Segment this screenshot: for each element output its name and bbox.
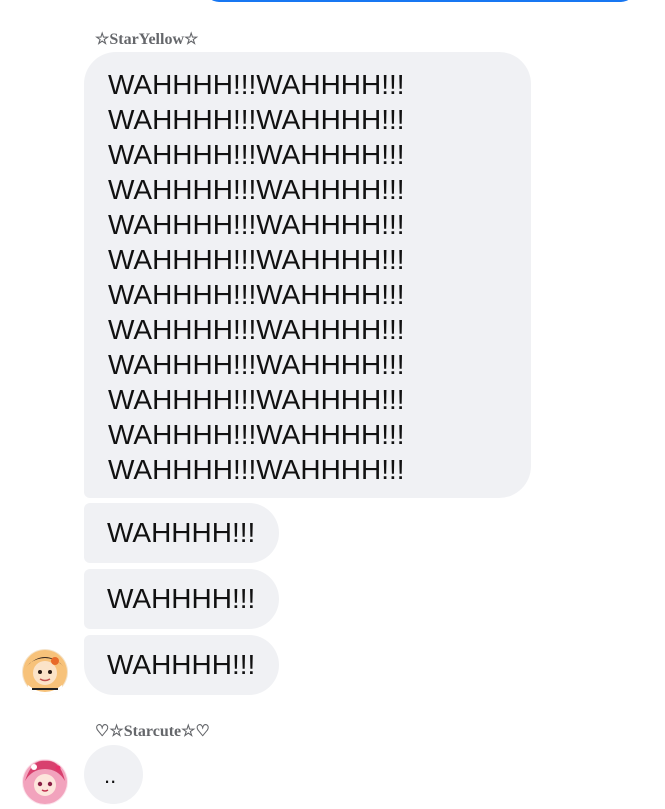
message-bubble-short[interactable]: .. <box>84 745 143 804</box>
sender-name-staryellow: ☆StarYellow☆ <box>95 31 199 48</box>
message-bubble[interactable]: WAHHHH!!! <box>84 635 279 695</box>
staryellow-avatar[interactable] <box>22 649 68 695</box>
message-line: WAHHHH!!!WAHHHH!!! <box>108 104 405 135</box>
message-line: WAHHHH!!!WAHHHH!!! <box>108 139 405 170</box>
pink-character-avatar-icon <box>22 759 68 805</box>
cartoon-character-avatar-icon <box>22 649 68 695</box>
message-line: WAHHHH!!!WAHHHH!!! <box>108 384 405 415</box>
message-line: WAHHHH!!!WAHHHH!!! <box>108 209 405 240</box>
message-line: WAHHHH!!!WAHHHH!!! <box>108 419 405 450</box>
message-line: WAHHHH!!!WAHHHH!!! <box>108 314 405 345</box>
message-line: WAHHHH!!!WAHHHH!!! <box>108 174 405 205</box>
message-bubble-long[interactable]: WAHHHH!!!WAHHHH!!! WAHHHH!!!WAHHHH!!! WA… <box>84 52 531 498</box>
message-line: WAHHHH!!!WAHHHH!!! <box>108 69 405 100</box>
sender-name-starcute: ♡☆Starcute☆♡ <box>95 723 210 740</box>
message-line: WAHHHH!!!WAHHHH!!! <box>108 454 405 485</box>
outgoing-message-bubble-partial[interactable] <box>205 0 635 2</box>
message-line: WAHHHH!!!WAHHHH!!! <box>108 279 405 310</box>
starcute-avatar[interactable] <box>22 759 68 805</box>
message-bubble[interactable]: WAHHHH!!! <box>84 503 279 563</box>
message-line: WAHHHH!!!WAHHHH!!! <box>108 349 405 380</box>
message-line: WAHHHH!!!WAHHHH!!! <box>108 244 405 275</box>
message-bubble[interactable]: WAHHHH!!! <box>84 569 279 629</box>
